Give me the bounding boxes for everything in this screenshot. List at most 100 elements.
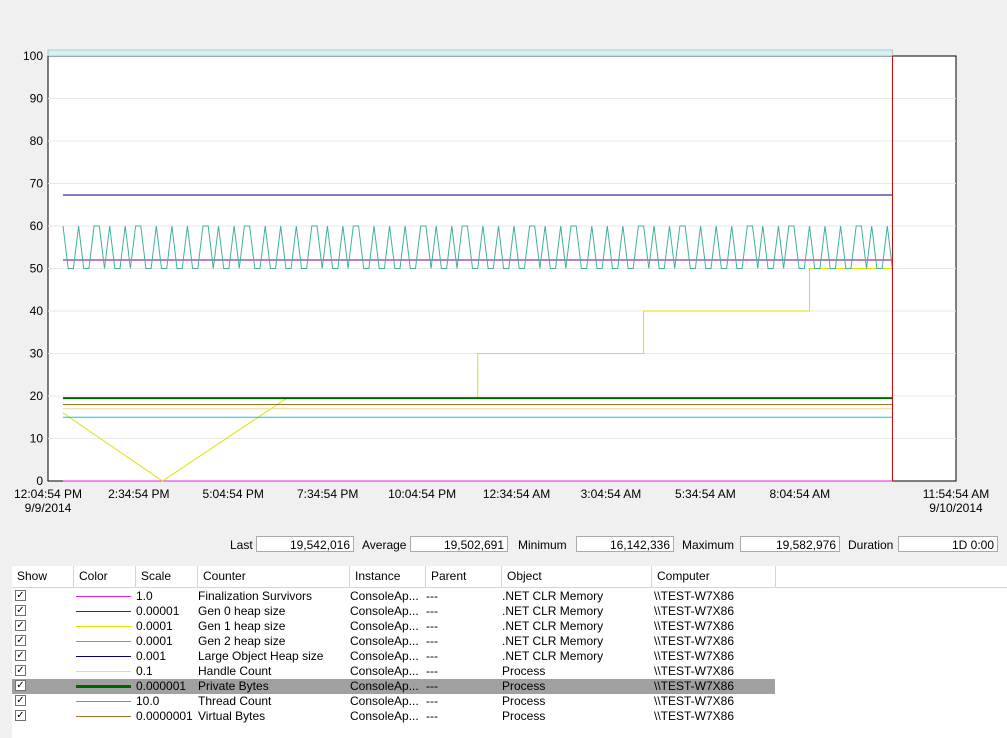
cell-instance: ConsoleAp... — [350, 694, 419, 708]
last-label: Last — [230, 538, 253, 552]
cell-scale: 0.0000001 — [136, 709, 193, 723]
column-header-parent[interactable]: Parent — [426, 566, 502, 587]
cell-scale: 0.0001 — [136, 619, 173, 633]
x-tick-label: 11:54:54 AM — [923, 487, 990, 501]
cell-instance: ConsoleAp... — [350, 619, 419, 633]
cell-instance: ConsoleAp... — [350, 604, 419, 618]
cell-instance: ConsoleAp... — [350, 649, 419, 663]
cell-object: Process — [502, 664, 546, 678]
table-row[interactable]: ✓ 10.0 Thread Count ConsoleAp... --- Process \… — [12, 694, 775, 709]
table-row[interactable]: ✓ 0.1 Handle Count ConsoleAp... --- Process \\… — [12, 664, 775, 679]
duration-label: Duration — [848, 538, 894, 552]
counter-list[interactable]: Show Color Scale Counter Instance Parent… — [12, 566, 1007, 738]
cell-scale: 1.0 — [136, 589, 153, 603]
y-tick-label: 100 — [23, 49, 43, 63]
table-row[interactable]: ✓ 0.0000001 Virtual Bytes ConsoleAp... --- Pr… — [12, 709, 775, 724]
cell-instance: ConsoleAp... — [350, 664, 419, 678]
maximum-label: Maximum — [682, 538, 735, 552]
cell-computer: \\TEST-W7X86 — [654, 694, 735, 708]
statistics-bar: Last 19,542,016 Average 19,502,691 Minim… — [0, 534, 1007, 556]
cell-computer: \\TEST-W7X86 — [654, 589, 735, 603]
minimum-label: Minimum — [518, 538, 567, 552]
y-tick-label: 50 — [30, 262, 44, 276]
minimum-value: 16,142,336 — [576, 536, 674, 552]
cell-instance: ConsoleAp... — [350, 679, 419, 693]
show-checkbox[interactable]: ✓ — [15, 635, 26, 646]
line-chart[interactable]: 100908070605040302010012:04:54 PM9/9/201… — [0, 0, 1007, 530]
x-tick-label: 3:04:54 AM — [581, 487, 642, 501]
column-header-counter[interactable]: Counter — [198, 566, 350, 587]
cell-instance: ConsoleAp... — [350, 589, 419, 603]
maximum-value: 19,582,976 — [740, 536, 840, 552]
show-checkbox[interactable]: ✓ — [15, 605, 26, 616]
color-swatch — [76, 611, 131, 612]
table-row[interactable]: ✓ 0.0001 Gen 1 heap size ConsoleAp... --- .NE… — [12, 619, 775, 634]
counter-list-header: Show Color Scale Counter Instance Parent… — [12, 566, 1007, 588]
y-tick-label: 30 — [30, 347, 44, 361]
y-tick-label: 70 — [30, 177, 44, 191]
y-tick-label: 60 — [30, 219, 44, 233]
y-tick-label: 0 — [36, 474, 43, 488]
cell-counter: Private Bytes — [198, 679, 269, 693]
show-checkbox[interactable]: ✓ — [15, 620, 26, 631]
show-checkbox[interactable]: ✓ — [15, 680, 26, 691]
column-header-computer[interactable]: Computer — [652, 566, 776, 587]
cell-counter: Gen 0 heap size — [198, 604, 286, 618]
column-header-scale[interactable]: Scale — [136, 566, 198, 587]
performance-graph[interactable]: 100 90 80 70 60 50 40 30 20 10 0 12:04:54 PM 9/9/201… — [0, 0, 1007, 530]
cell-parent: --- — [426, 664, 438, 678]
cell-counter: Large Object Heap size — [198, 649, 324, 663]
cell-object: .NET CLR Memory — [502, 604, 604, 618]
show-checkbox[interactable]: ✓ — [15, 695, 26, 706]
top-band — [47, 49, 893, 57]
color-swatch — [76, 671, 131, 672]
y-tick-label: 40 — [30, 304, 44, 318]
color-swatch — [76, 641, 131, 642]
table-row[interactable]: ✓ 0.0001 Gen 2 heap size ConsoleAp... --- .NE… — [12, 634, 775, 649]
table-row[interactable]: ✓ 1.0 Finalization Survivors ConsoleAp... --… — [12, 589, 775, 604]
show-checkbox[interactable]: ✓ — [15, 650, 26, 661]
cell-parent: --- — [426, 649, 438, 663]
cell-object: .NET CLR Memory — [502, 634, 604, 648]
duration-value: 1D 0:00 — [898, 536, 998, 552]
color-swatch — [76, 716, 131, 717]
x-tick-label: 7:34:54 PM — [297, 487, 358, 501]
cell-object: .NET CLR Memory — [502, 589, 604, 603]
column-header-object[interactable]: Object — [502, 566, 652, 587]
cell-counter: Gen 1 heap size — [198, 619, 286, 633]
cell-computer: \\TEST-W7X86 — [654, 619, 735, 633]
cell-scale: 0.001 — [136, 649, 167, 663]
table-row[interactable]: ✓ 0.00001 Gen 0 heap size ConsoleAp... --- .N… — [12, 604, 775, 619]
cell-object: Process — [502, 694, 546, 708]
y-tick-label: 90 — [30, 92, 44, 106]
cell-computer: \\TEST-W7X86 — [654, 679, 735, 693]
y-tick-label: 80 — [30, 134, 44, 148]
cell-computer: \\TEST-W7X86 — [654, 664, 735, 678]
column-header-instance[interactable]: Instance — [350, 566, 426, 587]
show-checkbox[interactable]: ✓ — [15, 665, 26, 676]
cell-instance: ConsoleAp... — [350, 634, 419, 648]
last-value: 19,542,016 — [256, 536, 354, 552]
cell-scale: 0.0001 — [136, 634, 173, 648]
table-row[interactable]: ✓ 0.000001 Private Bytes ConsoleAp... --- Pro… — [12, 679, 775, 694]
color-swatch — [76, 656, 131, 657]
show-checkbox[interactable]: ✓ — [15, 590, 26, 601]
y-tick-label: 10 — [30, 432, 44, 446]
cell-counter: Handle Count — [198, 664, 272, 678]
cell-object: Process — [502, 679, 546, 693]
cell-counter: Finalization Survivors — [198, 589, 313, 603]
cell-scale: 10.0 — [136, 694, 160, 708]
x-tick-label: 9/9/2014 — [25, 501, 72, 515]
cell-parent: --- — [426, 634, 438, 648]
cell-object: .NET CLR Memory — [502, 619, 604, 633]
x-tick-label: 10:04:54 PM — [388, 487, 456, 501]
cell-computer: \\TEST-W7X86 — [654, 604, 735, 618]
table-row[interactable]: ✓ 0.001 Large Object Heap size ConsoleAp...… — [12, 649, 775, 664]
cell-parent: --- — [426, 589, 438, 603]
column-header-color[interactable]: Color — [74, 566, 136, 587]
cell-parent: --- — [426, 679, 438, 693]
show-checkbox[interactable]: ✓ — [15, 710, 26, 721]
cell-instance: ConsoleAp... — [350, 709, 419, 723]
cell-counter: Virtual Bytes — [198, 709, 266, 723]
column-header-show[interactable]: Show — [12, 566, 74, 587]
